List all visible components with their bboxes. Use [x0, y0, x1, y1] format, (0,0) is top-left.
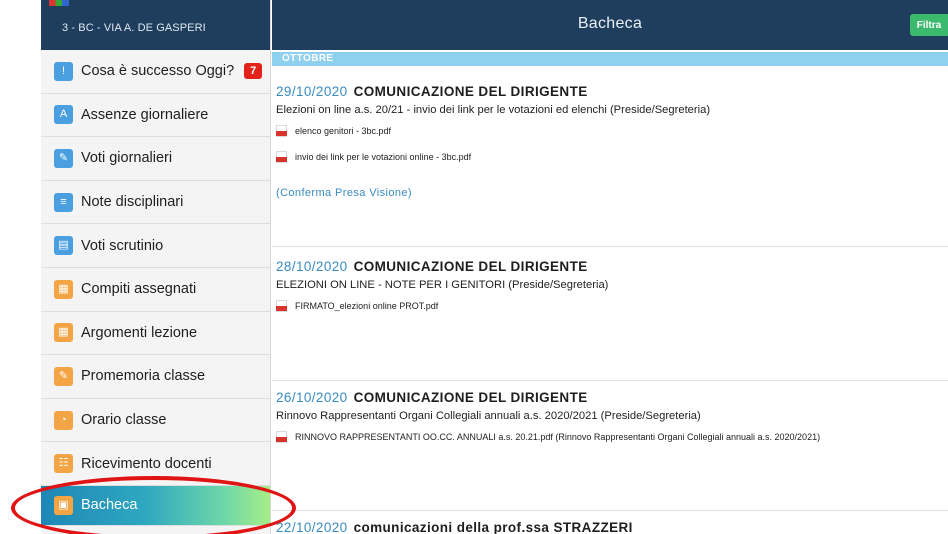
post-title: comunicazioni della prof.ssa STRAZZERI [353, 520, 633, 534]
lesson-topics-icon: ▦ [54, 323, 73, 343]
alert-icon: ! [54, 61, 73, 81]
sidebar-item-ricevimento-docenti[interactable]: ☷ Ricevimento docenti [41, 442, 270, 486]
attendance-icon: A [54, 105, 73, 125]
school-logo [49, 0, 69, 6]
attachment-name: RINNOVO RAPPRESENTANTI OO.CC. ANNUALI a.… [295, 432, 821, 442]
sidebar: 3 - BC - VIA A. DE GASPERI ! Cosa è succ… [41, 0, 271, 534]
post-subtitle: ELEZIONI ON LINE - NOTE PER I GENITORI (… [276, 279, 609, 291]
sidebar-item-assenze-giornaliere[interactable]: A Assenze giornaliere [41, 94, 270, 138]
post-title: COMUNICAZIONE DEL DIRIGENTE [353, 390, 588, 405]
sidebar-item-argomenti-lezione[interactable]: ▦ Argomenti lezione [41, 312, 270, 356]
sidebar-item-promemoria-classe[interactable]: ✎ Promemoria classe [41, 355, 270, 399]
grades-icon: ✎ [54, 148, 73, 168]
attachment-link[interactable]: elenco genitori - 3bc.pdf [276, 125, 948, 137]
sidebar-item-label: Assenze giornaliere [81, 106, 209, 123]
post-title: COMUNICAZIONE DEL DIRIGENTE [353, 84, 588, 99]
sidebar-item-cosa-e-successo-oggi[interactable]: ! Cosa è successo Oggi? 7 [41, 50, 270, 94]
post-subtitle: Rinnovo Rappresentanti Organi Collegiali… [276, 410, 701, 422]
attachment-link[interactable]: RINNOVO RAPPRESENTANTI OO.CC. ANNUALI a.… [276, 431, 948, 443]
post-date: 26/10/2020 [276, 390, 348, 405]
sidebar-item-voti-giornalieri[interactable]: ✎ Voti giornalieri [41, 137, 270, 181]
post-date: 29/10/2020 [276, 84, 348, 99]
sidebar-item-label: Voti giornalieri [81, 150, 173, 167]
post-title: COMUNICAZIONE DEL DIRIGENTE [353, 259, 588, 274]
homework-icon: ▦ [54, 279, 73, 299]
pdf-icon [276, 125, 287, 137]
board-post[interactable]: 26/10/2020 COMUNICAZIONE DEL DIRIGENTE Ri… [272, 390, 948, 511]
sidebar-item-label: Bacheca [81, 497, 138, 514]
page-title: Bacheca [577, 15, 643, 32]
notes-icon: ≡ [54, 192, 73, 212]
attachment-link[interactable]: invio dei link per le votazioni online -… [276, 151, 948, 163]
reminder-icon: ✎ [54, 366, 73, 386]
sidebar-item-label: Compiti assegnati [81, 281, 197, 298]
post-date: 28/10/2020 [276, 259, 348, 274]
notification-badge: 7 [244, 63, 263, 80]
attachment-name: elenco genitori - 3bc.pdf [295, 126, 392, 136]
post-heading: 22/10/2020 comunicazioni della prof.ssa S… [276, 520, 948, 534]
sidebar-item-label: Voti scrutinio [81, 237, 164, 254]
sidebar-item-note-disciplinari[interactable]: ≡ Note disciplinari [41, 181, 270, 225]
post-date: 22/10/2020 [276, 520, 348, 534]
board-post[interactable]: 28/10/2020 COMUNICAZIONE DEL DIRIGENTE EL… [272, 259, 948, 381]
report-card-icon: ▤ [54, 236, 73, 256]
sidebar-item-label: Ricevimento docenti [81, 455, 212, 472]
sidebar-item-label: Orario classe [81, 412, 167, 429]
school-header: 3 - BC - VIA A. DE GASPERI [41, 0, 270, 50]
post-heading: 29/10/2020 COMUNICAZIONE DEL DIRIGENTE [276, 84, 948, 99]
post-subtitle: Elezioni on line a.s. 20/21 - invio dei … [276, 104, 711, 116]
school-name: 3 - BC - VIA A. DE GASPERI [62, 22, 206, 34]
sidebar-item-orario-classe[interactable]: ◔ Orario classe [41, 399, 270, 443]
attachment-name: invio dei link per le votazioni online -… [295, 152, 472, 162]
sidebar-item-compiti-assegnati[interactable]: ▦ Compiti assegnati [41, 268, 270, 312]
board-post[interactable]: 29/10/2020 COMUNICAZIONE DEL DIRIGENTE El… [272, 84, 948, 247]
post-heading: 26/10/2020 COMUNICAZIONE DEL DIRIGENTE [276, 390, 948, 405]
meeting-icon: ☷ [54, 454, 73, 474]
month-header: OTTOBRE [272, 52, 948, 66]
sidebar-item-label: Cosa è successo Oggi? [81, 63, 235, 80]
attachment-link[interactable]: FIRMATO_elezioni online PROT.pdf [276, 300, 948, 312]
sidebar-item-label: Promemoria classe [81, 368, 206, 385]
board-post[interactable]: 22/10/2020 comunicazioni della prof.ssa S… [272, 520, 948, 534]
attachment-name: FIRMATO_elezioni online PROT.pdf [295, 301, 439, 311]
sidebar-item-label: Note disciplinari [81, 194, 184, 211]
confirm-read-link[interactable]: (Conferma Presa Visione) [276, 187, 948, 199]
sidebar-item-label: Argomenti lezione [81, 324, 198, 341]
sidebar-item-voti-scrutinio[interactable]: ▤ Voti scrutinio [41, 224, 270, 268]
top-bar: Bacheca Filtra [272, 0, 948, 50]
clock-icon: ◔ [54, 410, 73, 430]
filter-button[interactable]: Filtra [910, 14, 948, 36]
board-icon: ▣ [54, 495, 73, 515]
post-heading: 28/10/2020 COMUNICAZIONE DEL DIRIGENTE [276, 259, 948, 274]
sidebar-item-bacheca[interactable]: ▣ Bacheca [41, 485, 270, 526]
main-content: Bacheca Filtra OTTOBRE 29/10/2020 COMUNIC… [272, 0, 948, 534]
pdf-icon [276, 300, 287, 312]
pdf-icon [276, 151, 287, 163]
pdf-icon [276, 431, 287, 443]
sidebar-menu: ! Cosa è successo Oggi? 7 A Assenze gior… [41, 50, 270, 526]
